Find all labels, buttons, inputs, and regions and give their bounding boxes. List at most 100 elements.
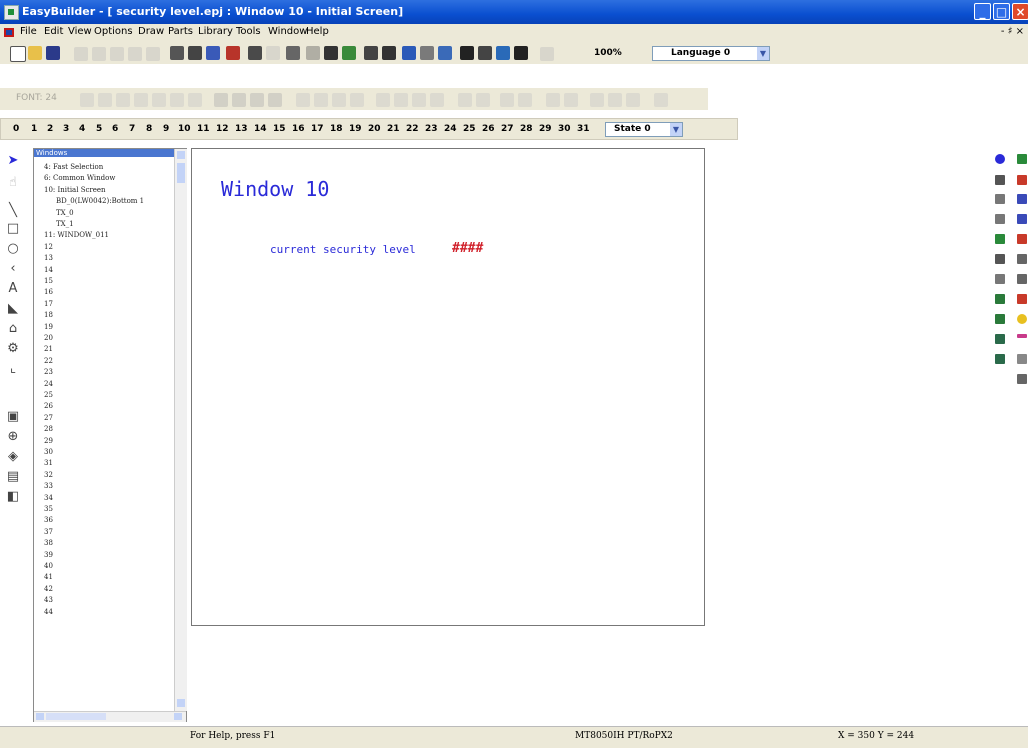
minimize-button[interactable]: _ (974, 3, 991, 20)
chart-icon[interactable] (342, 46, 356, 60)
tree-item[interactable]: 16 (44, 288, 53, 296)
tree-item[interactable]: 4: Fast Selection (44, 163, 103, 171)
state-select[interactable]: State 0 ▼ (605, 122, 683, 137)
bold-icon[interactable] (98, 93, 112, 107)
gear-icon[interactable]: ⚙ (6, 342, 20, 356)
print-icon[interactable] (170, 46, 184, 60)
indirect-window-icon[interactable] (1017, 154, 1027, 164)
bar-graph-icon[interactable] (1017, 294, 1027, 304)
polygon-icon[interactable]: ⌂ (6, 322, 20, 336)
align-middle-icon[interactable] (314, 93, 328, 107)
align-bottom-icon[interactable] (332, 93, 346, 107)
space-vertical-icon[interactable] (412, 93, 426, 107)
mdi-window-controls[interactable]: - ♯ × (1001, 26, 1024, 37)
line-icon[interactable]: ╲ (6, 204, 20, 218)
state-tab-20[interactable]: 20 (368, 124, 381, 134)
arrow-left-icon[interactable] (546, 93, 560, 107)
history-display-icon[interactable] (1017, 254, 1027, 264)
align-left-icon[interactable] (152, 93, 166, 107)
menu-view[interactable]: View (68, 26, 92, 37)
tree-item[interactable]: 18 (44, 311, 53, 319)
tree-item[interactable]: 25 (44, 391, 53, 399)
state-tab-19[interactable]: 19 (349, 124, 362, 134)
tree-item[interactable]: 36 (44, 516, 53, 524)
picture-icon[interactable]: ▣ (6, 410, 20, 424)
redo-icon[interactable] (146, 47, 160, 61)
numeric-input-icon[interactable] (995, 294, 1005, 304)
variable-icon[interactable] (420, 46, 434, 60)
tree-item[interactable]: 13 (44, 254, 53, 262)
tree-item[interactable]: 11: WINDOW_011 (44, 231, 109, 239)
tree-item[interactable]: TX_0 (56, 209, 74, 217)
menu-draw[interactable]: Draw (138, 26, 164, 37)
tree-item[interactable]: 29 (44, 437, 53, 445)
trend-display-icon[interactable] (1017, 234, 1027, 244)
menu-library[interactable]: Library (198, 26, 233, 37)
state-tab-4[interactable]: 4 (79, 124, 85, 134)
word-lamp-icon[interactable] (995, 175, 1005, 185)
security-level-display[interactable]: #### (452, 241, 483, 256)
arrow-up-icon[interactable] (590, 93, 604, 107)
tree-item[interactable]: 40 (44, 562, 53, 570)
scroll-left-icon[interactable] (36, 713, 44, 720)
build-icon[interactable] (514, 46, 528, 60)
numeric-display-icon[interactable] (995, 314, 1005, 324)
tree-item[interactable]: 24 (44, 380, 53, 388)
font-color-icon[interactable] (80, 93, 94, 107)
circle-icon[interactable]: ○ (6, 242, 20, 256)
document-icon[interactable] (4, 28, 14, 37)
state-tab-13[interactable]: 13 (235, 124, 248, 134)
context-help-icon[interactable] (206, 46, 220, 60)
state-tab-26[interactable]: 26 (482, 124, 495, 134)
state-tab-25[interactable]: 25 (463, 124, 476, 134)
tree-item[interactable]: 23 (44, 368, 53, 376)
nudge-icon[interactable] (500, 93, 514, 107)
menu-help[interactable]: Help (306, 26, 329, 37)
snapshot-icon[interactable]: ◧ (6, 490, 20, 504)
offline-sim-icon[interactable] (438, 46, 452, 60)
state-tab-28[interactable]: 28 (520, 124, 533, 134)
set-word-icon[interactable] (995, 214, 1005, 224)
tree-horizontal-scrollbar[interactable] (34, 711, 186, 722)
cut-icon[interactable] (74, 47, 88, 61)
state-tab-21[interactable]: 21 (387, 124, 400, 134)
zoom-icon[interactable] (540, 47, 554, 61)
data-block-icon[interactable] (1017, 274, 1027, 284)
tree-item[interactable]: 43 (44, 596, 53, 604)
rotate-icon[interactable] (458, 93, 472, 107)
align-icon[interactable] (266, 46, 280, 60)
rectangle-icon[interactable]: □ (6, 222, 20, 236)
bring-front-icon[interactable] (250, 93, 264, 107)
tree-item[interactable]: 15 (44, 277, 53, 285)
state-tab-10[interactable]: 10 (178, 124, 191, 134)
state-tab-29[interactable]: 29 (539, 124, 552, 134)
select-arrow-icon[interactable]: ➤ (6, 154, 20, 168)
online-sim-icon[interactable] (478, 46, 492, 60)
scroll-up-icon[interactable] (177, 151, 185, 159)
slider-icon[interactable] (1017, 334, 1027, 338)
design-canvas[interactable]: Window 10 current security level #### (191, 148, 705, 626)
new-file-icon[interactable] (10, 46, 26, 62)
italic-icon[interactable] (116, 93, 130, 107)
chevron-down-icon[interactable]: ▼ (670, 123, 682, 136)
function-key-icon[interactable] (995, 274, 1005, 284)
tree-item[interactable]: 34 (44, 494, 53, 502)
state-tab-24[interactable]: 24 (444, 124, 457, 134)
tree-vertical-scrollbar[interactable] (174, 149, 187, 711)
set-bit-icon[interactable] (995, 194, 1005, 204)
hand-icon[interactable]: ☝ (6, 176, 20, 190)
tree-item[interactable]: 12 (44, 243, 53, 251)
state-tab-18[interactable]: 18 (330, 124, 343, 134)
lock-icon[interactable] (518, 93, 532, 107)
tree-item[interactable]: 35 (44, 505, 53, 513)
grid-icon[interactable] (306, 46, 320, 60)
arrow-down-icon[interactable] (608, 93, 622, 107)
alarm-bar-icon[interactable] (1017, 175, 1027, 185)
menu-options[interactable]: Options (94, 26, 133, 37)
state-tab-15[interactable]: 15 (273, 124, 286, 134)
tree-item[interactable]: 42 (44, 585, 53, 593)
tree-item[interactable]: BD_0(LW0042):Bottom 1 (56, 197, 144, 205)
tree-item[interactable]: 31 (44, 459, 53, 467)
scale-icon[interactable]: ⌞ (6, 362, 20, 376)
hscroll-thumb[interactable] (46, 713, 106, 720)
